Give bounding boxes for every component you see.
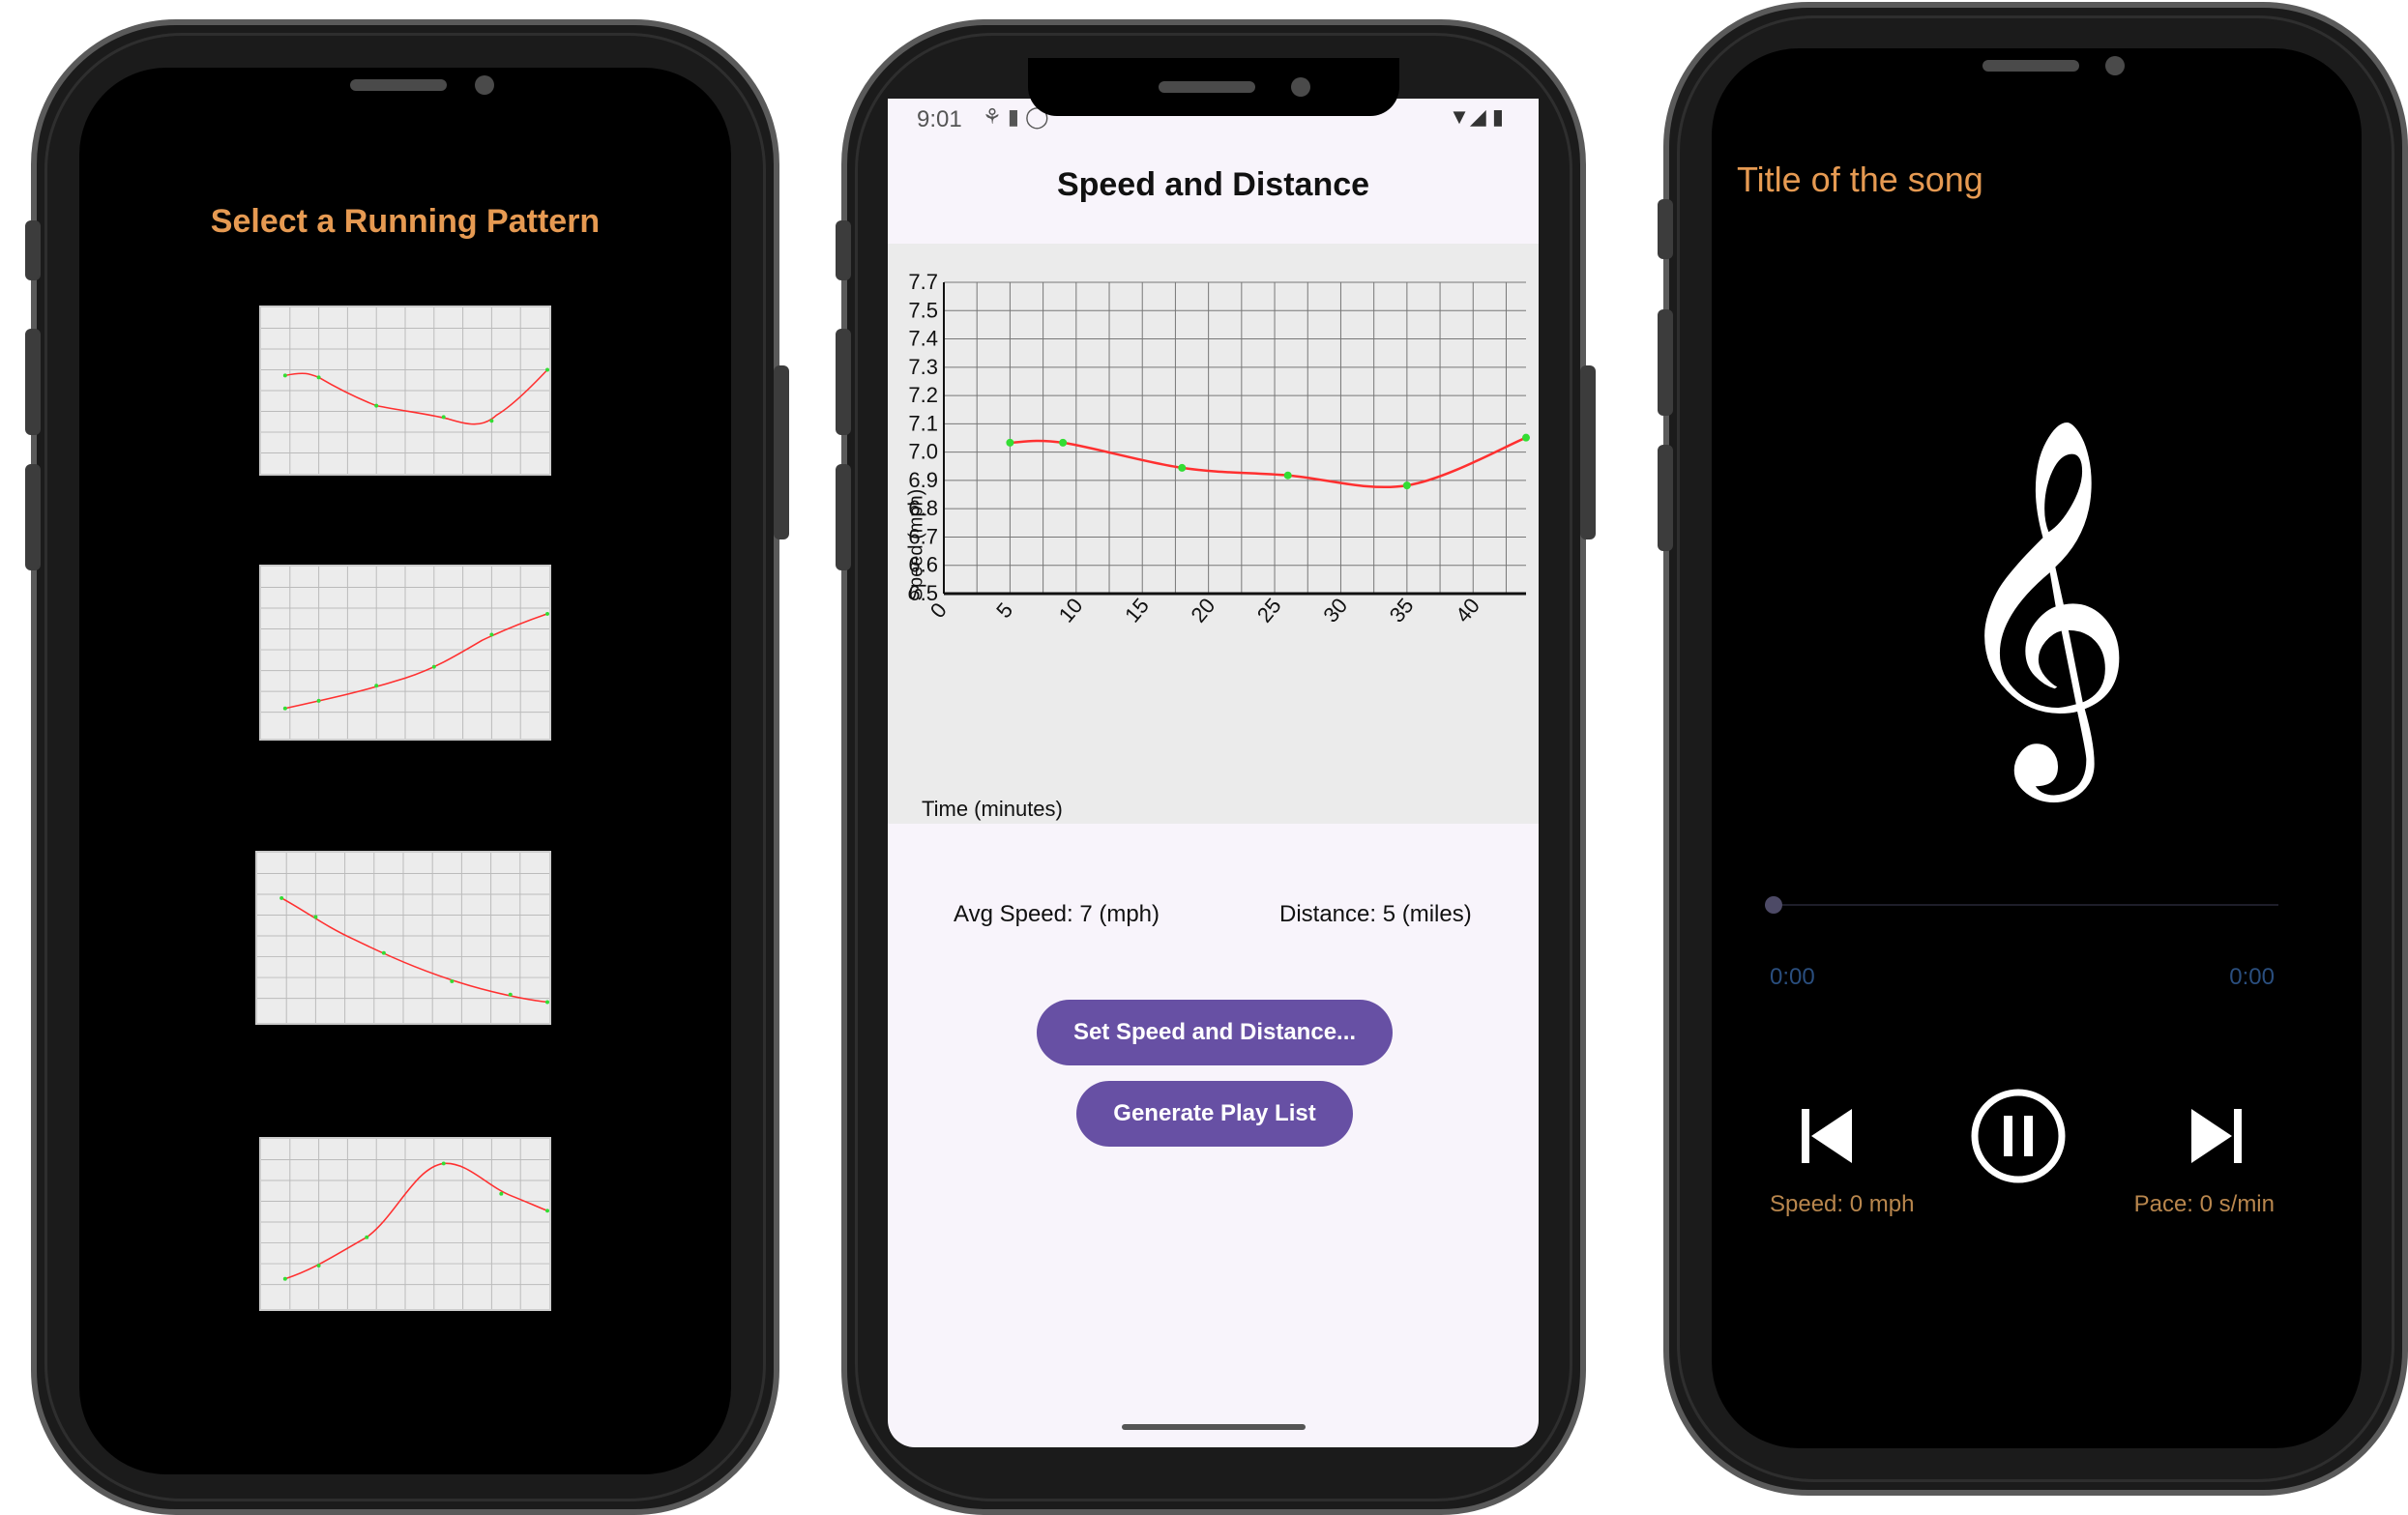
side-button	[774, 365, 789, 539]
time-total: 0:00	[2229, 964, 2275, 990]
x-tick-label: 25	[1252, 594, 1286, 627]
x-tick-label: 30	[1318, 594, 1352, 627]
data-point	[1006, 438, 1014, 447]
treble-clef-icon: 𝄞	[1946, 414, 2135, 785]
data-point	[1178, 463, 1187, 472]
side-button	[836, 464, 851, 570]
side-button	[1658, 199, 1673, 259]
set-speed-distance-button[interactable]: Set Speed and Distance...	[1037, 1000, 1393, 1065]
y-tick-label: 7.2	[908, 383, 938, 407]
x-tick-label: 10	[1054, 594, 1088, 627]
side-button	[836, 220, 851, 280]
notch	[1028, 58, 1399, 116]
x-tick-label: 15	[1120, 594, 1154, 627]
side-button	[25, 220, 41, 280]
speed-chart-panel: 6.5 6.6 6.7 6.8 6.9 7.0 7.1 7.2 7.3 7.4 7.5 7.7 0 5 10…	[888, 244, 1539, 824]
speed-chart: 6.56.66.76.86.97.07.17.27.37.47.57.70 5 10…	[908, 270, 1530, 627]
y-tick-label: 7.7	[908, 270, 938, 294]
y-tick-label: 7.5	[908, 298, 938, 322]
time-elapsed: 0:00	[1770, 964, 1815, 990]
speed-series-line	[1010, 436, 1527, 489]
pattern-falling-thumbnail[interactable]	[255, 851, 551, 1025]
song-title: Title of the song	[1737, 160, 1983, 199]
side-button	[1658, 445, 1673, 551]
skip-next-icon[interactable]	[2186, 1105, 2247, 1167]
seek-thumb[interactable]	[1765, 896, 1782, 914]
side-button	[25, 464, 41, 570]
pattern-rising-thumbnail[interactable]	[259, 565, 551, 741]
side-button	[1658, 309, 1673, 416]
data-point	[1522, 433, 1530, 442]
notch	[220, 68, 592, 118]
x-tick-label: 40	[1451, 594, 1484, 627]
y-axis-label: Speed (mph)	[905, 488, 927, 601]
x-tick-label: 35	[1385, 594, 1419, 627]
speaker-grille	[350, 79, 447, 91]
y-tick-label: 7.3	[908, 355, 938, 379]
status-icons-right: ▼◢ ▮	[1449, 104, 1504, 129]
speaker-grille	[1982, 60, 2079, 72]
screen-speed-distance: 9:01 ⚘ ▮ ◯ ▼◢ ▮ Speed and Distance 6.5 6.…	[888, 99, 1539, 1447]
x-tick-label: 5	[991, 597, 1017, 622]
speaker-grille	[1159, 81, 1255, 93]
y-tick-label: 7.0	[908, 440, 938, 464]
front-camera	[475, 75, 494, 95]
screen-pattern-select: Select a Running Pattern	[79, 68, 731, 1474]
generate-playlist-button[interactable]: Generate Play List	[1076, 1081, 1353, 1147]
pattern-wave-thumbnail[interactable]	[259, 306, 551, 476]
x-tick-label: 20	[1186, 594, 1219, 627]
side-button	[25, 329, 41, 435]
y-tick-label: 7.1	[908, 411, 938, 435]
pattern-hill-thumbnail[interactable]	[259, 1137, 551, 1311]
home-indicator	[1121, 1424, 1306, 1430]
front-camera	[2105, 56, 2125, 75]
y-tick-label: 7.4	[908, 327, 938, 351]
screen-music-player: Title of the song 𝄞 0:00 0:00 Speed: 0 m…	[1712, 48, 2362, 1448]
page-title: Speed and Distance	[1056, 166, 1370, 203]
pace-readout: Pace: 0 s/min	[2133, 1191, 2275, 1217]
notch	[1852, 48, 2223, 99]
data-point	[1283, 471, 1292, 480]
status-time: 9:01	[917, 106, 962, 132]
data-point	[1402, 481, 1411, 490]
avg-speed-label: Avg Speed: 7 (mph)	[954, 901, 1160, 927]
speed-readout: Speed: 0 mph	[1770, 1191, 1915, 1217]
distance-label: Distance: 5 (miles)	[1279, 901, 1472, 927]
x-axis-label: Time (minutes)	[922, 797, 1063, 821]
page-title: Select a Running Pattern	[210, 203, 601, 240]
side-button	[836, 329, 851, 435]
data-point	[1059, 438, 1068, 447]
side-button	[1580, 365, 1596, 539]
skip-previous-icon[interactable]	[1796, 1105, 1858, 1167]
x-tick-label: 0	[925, 597, 952, 622]
seek-bar[interactable]	[1765, 904, 2278, 906]
pause-icon[interactable]	[1969, 1087, 2068, 1185]
front-camera	[1291, 77, 1310, 97]
